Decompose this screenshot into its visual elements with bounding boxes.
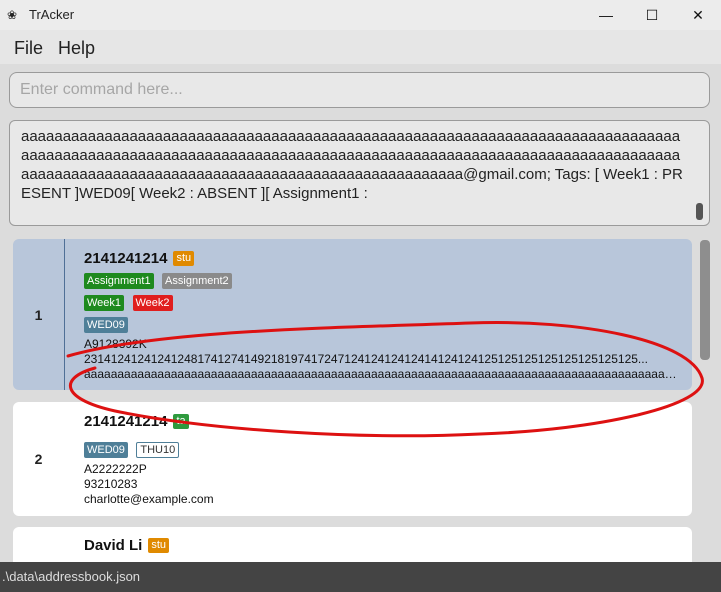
window-title: TrAcker: [29, 7, 75, 22]
status-bar: .\data\addressbook.json: [0, 562, 721, 592]
person-name: David Li: [84, 536, 143, 554]
person-details: 2141241214 stu Assignment1 Assignment2 W…: [84, 247, 684, 382]
card-divider: [64, 239, 65, 390]
phone-number: 2314124124124124817412741492181974172471…: [84, 352, 648, 366]
class-tag: THU10: [136, 442, 180, 458]
assignment-tag: Assignment1: [84, 273, 154, 289]
list-scrollbar[interactable]: [700, 240, 710, 360]
menu-file[interactable]: File: [14, 38, 43, 59]
phone-number: 93210283: [84, 477, 138, 491]
assignment-tags: Assignment1 Assignment2: [84, 273, 684, 291]
result-scrollbar[interactable]: [696, 203, 703, 220]
result-display[interactable]: aaaaaaaaaaaaaaaaaaaaaaaaaaaaaaaaaaaaaaaa…: [9, 120, 710, 226]
person-index: 2: [34, 451, 43, 467]
title-bar: ❀ TrAcker — ☐ ✕: [0, 0, 721, 30]
person-list: 1 2141241214 stu Assignment1 Assignment2…: [0, 232, 721, 562]
result-text: aaaaaaaaaaaaaaaaaaaaaaaaaaaaaaaaaaaaaaaa…: [21, 128, 683, 202]
person-card[interactable]: David Li stu: [13, 527, 692, 562]
email-address: charlotte@example.com: [84, 492, 214, 506]
week-tags: Week1 Week2: [84, 295, 684, 313]
person-index: 1: [34, 306, 43, 323]
week-tag: Week1: [84, 295, 125, 311]
class-tag: WED09: [84, 317, 128, 333]
email-address: aaaaaaaaaaaaaaaaaaaaaaaaaaaaaaaaaaaaaaaa…: [84, 367, 682, 381]
person-card[interactable]: 2 2141241214 ta WED09 THU10 A2222222P 93…: [13, 402, 692, 516]
class-tags: WED09 THU10: [84, 442, 684, 460]
save-file-path: .\data\addressbook.json: [2, 569, 141, 584]
role-badge: stu: [173, 250, 195, 266]
command-box: [9, 72, 710, 108]
minimize-button[interactable]: —: [583, 0, 629, 30]
role-badge: ta: [173, 413, 189, 429]
menu-help[interactable]: Help: [58, 38, 95, 59]
student-id: A9128392K: [84, 337, 147, 351]
class-tag: WED09: [84, 442, 128, 458]
maximize-button[interactable]: ☐: [629, 0, 675, 30]
command-input[interactable]: [10, 73, 710, 107]
student-id: A2222222P: [84, 462, 147, 476]
person-details: 2141241214 ta WED09 THU10 A2222222P 9321…: [84, 410, 684, 507]
week-tag: Week2: [132, 295, 173, 311]
person-name: 2141241214: [84, 412, 168, 430]
menu-bar: File Help: [0, 30, 721, 64]
app-logo-icon: ❀: [7, 8, 18, 22]
role-badge: stu: [148, 537, 170, 553]
person-name: 2141241214: [84, 249, 168, 267]
assignment-tag: Assignment2: [162, 273, 232, 289]
person-details: David Li stu: [84, 534, 684, 556]
class-tags: WED09: [84, 317, 684, 335]
close-button[interactable]: ✕: [675, 0, 721, 30]
person-card[interactable]: 1 2141241214 stu Assignment1 Assignment2…: [13, 239, 692, 390]
